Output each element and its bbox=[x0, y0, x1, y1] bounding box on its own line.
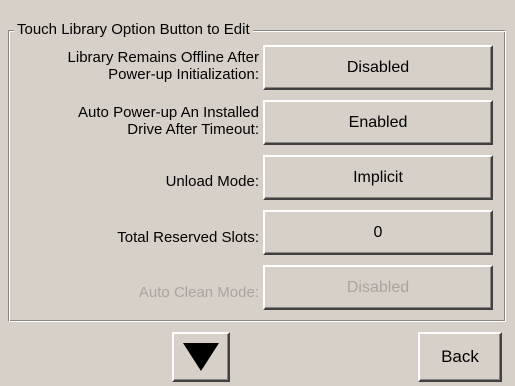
option-label-line1: Library Remains Offline After bbox=[67, 49, 259, 66]
option-label-line1: Auto Power-up An Installed bbox=[78, 104, 259, 121]
option-label-line1: Auto Clean Mode: bbox=[138, 284, 259, 301]
group-title: Touch Library Option Button to Edit bbox=[14, 21, 253, 39]
scroll-down-button[interactable] bbox=[172, 332, 230, 382]
back-button[interactable]: Back bbox=[418, 332, 502, 382]
option-label-auto-clean-mode: Auto Clean Mode: bbox=[139, 284, 259, 301]
option-label-line1: Unload Mode: bbox=[165, 173, 259, 190]
unload-mode-button[interactable]: Implicit bbox=[263, 155, 493, 200]
option-label-offline-after-init: Library Remains Offline After Power-up I… bbox=[68, 49, 259, 83]
auto-clean-mode-button: Disabled bbox=[263, 265, 493, 310]
option-label-line1: Total Reserved Slots: bbox=[117, 229, 259, 246]
option-label-reserved-slots: Total Reserved Slots: bbox=[117, 229, 259, 246]
offline-after-init-button[interactable]: Disabled bbox=[263, 45, 493, 90]
option-label-unload-mode: Unload Mode: bbox=[166, 173, 259, 190]
option-label-auto-power-up: Auto Power-up An Installed Drive After T… bbox=[78, 104, 259, 138]
reserved-slots-button[interactable]: 0 bbox=[263, 210, 493, 255]
option-label-line2: Power-up Initialization: bbox=[108, 66, 259, 83]
option-label-line2: Drive After Timeout: bbox=[127, 121, 259, 138]
auto-power-up-button[interactable]: Enabled bbox=[263, 100, 493, 145]
triangle-down-icon bbox=[183, 343, 219, 371]
